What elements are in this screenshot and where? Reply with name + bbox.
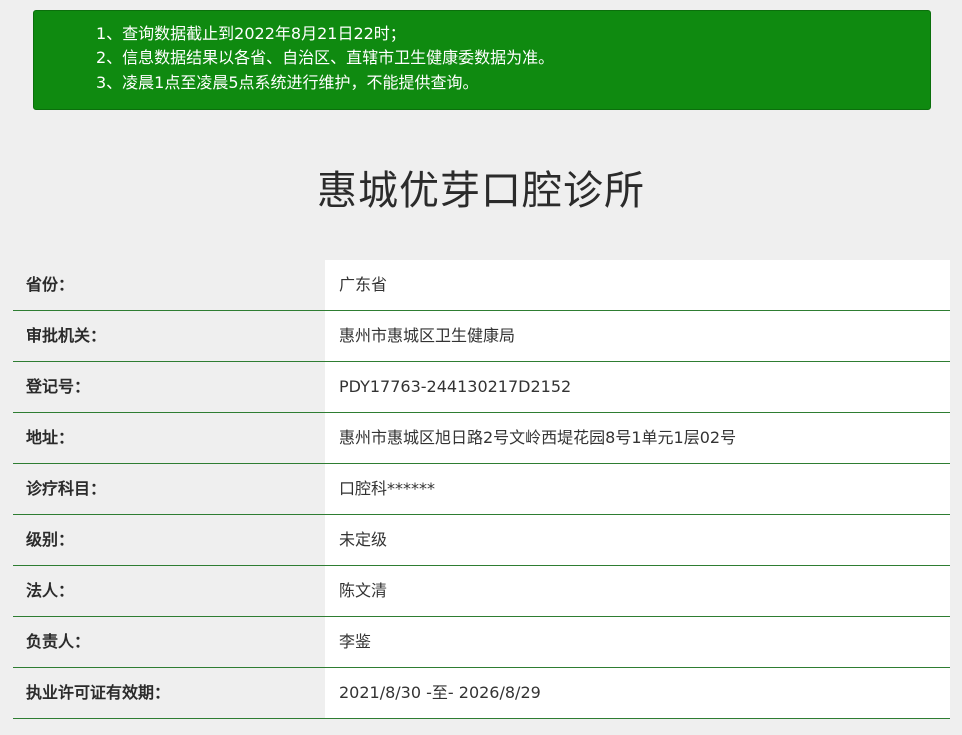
row-label-departments: 诊疗科目： [13, 464, 325, 514]
row-label-license-validity: 执业许可证有效期： [13, 668, 325, 718]
row-value-address: 惠州市惠城区旭日路2号文岭西堤花园8号1单元1层02号 [325, 413, 950, 463]
table-row: 执业许可证有效期： 2021/8/30 -至- 2026/8/29 [13, 668, 950, 719]
row-label-level: 级别： [13, 515, 325, 565]
table-row: 审批机关： 惠州市惠城区卫生健康局 [13, 311, 950, 362]
table-row: 登记号： PDY17763-244130217D2152 [13, 362, 950, 413]
row-value-departments: 口腔科****** [325, 464, 950, 514]
table-row: 负责人： 李鉴 [13, 617, 950, 668]
row-value-legal-person: 陈文清 [325, 566, 950, 616]
info-table: 省份： 广东省 审批机关： 惠州市惠城区卫生健康局 登记号： PDY17763-… [13, 260, 950, 719]
notice-line: 3、凌晨1点至凌晨5点系统进行维护，不能提供查询。 [96, 73, 479, 92]
table-row: 诊疗科目： 口腔科****** [13, 464, 950, 515]
page-title: 惠城优芽口腔诊所 [317, 168, 645, 214]
notice-banner: 1、查询数据截止到2022年8月21日22时； 2、信息数据结果以各省、自治区、… [33, 10, 931, 110]
row-label-approval-authority: 审批机关： [13, 311, 325, 361]
row-value-license-validity: 2021/8/30 -至- 2026/8/29 [325, 668, 950, 718]
notice-line: 1、查询数据截止到2022年8月21日22时； [96, 24, 406, 43]
row-value-registration-no: PDY17763-244130217D2152 [325, 362, 950, 412]
table-row: 法人： 陈文清 [13, 566, 950, 617]
row-label-province: 省份： [13, 260, 325, 310]
row-value-person-in-charge: 李鉴 [325, 617, 950, 667]
row-label-address: 地址： [13, 413, 325, 463]
row-label-registration-no: 登记号： [13, 362, 325, 412]
row-label-legal-person: 法人： [13, 566, 325, 616]
row-label-person-in-charge: 负责人： [13, 617, 325, 667]
table-row: 级别： 未定级 [13, 515, 950, 566]
row-value-level: 未定级 [325, 515, 950, 565]
row-value-approval-authority: 惠州市惠城区卫生健康局 [325, 311, 950, 361]
notice-line: 2、信息数据结果以各省、自治区、直辖市卫生健康委数据为准。 [96, 48, 555, 67]
table-row: 地址： 惠州市惠城区旭日路2号文岭西堤花园8号1单元1层02号 [13, 413, 950, 464]
row-value-province: 广东省 [325, 260, 950, 310]
table-row: 省份： 广东省 [13, 260, 950, 311]
